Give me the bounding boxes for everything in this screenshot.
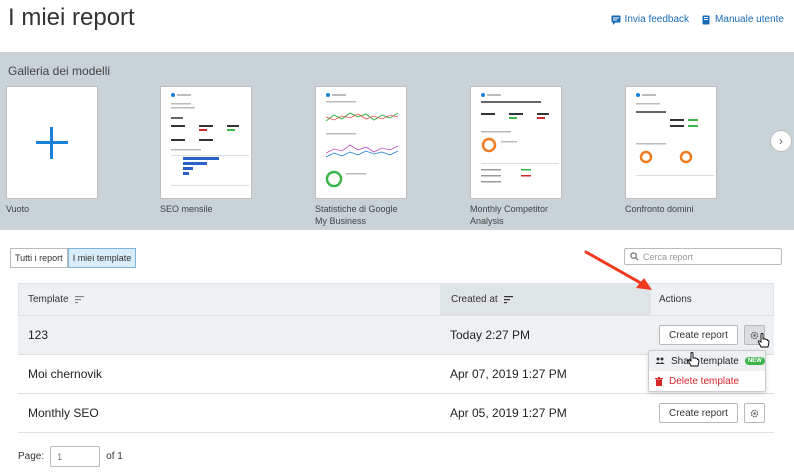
delete-template-label: Delete template xyxy=(669,375,740,387)
gear-icon xyxy=(750,409,759,417)
create-report-button[interactable]: Create report xyxy=(659,403,738,423)
actions-dropdown: Share template NEW Delete template xyxy=(648,350,766,392)
hand-cursor-icon xyxy=(687,352,700,367)
column-created-label: Created at xyxy=(451,294,498,305)
trash-icon xyxy=(655,376,663,386)
pagination: Page: of 1 xyxy=(18,446,123,467)
column-actions: Actions xyxy=(659,284,692,315)
report-preview-image xyxy=(325,93,399,188)
created-at: Apr 07, 2019 1:27 PM xyxy=(450,367,567,381)
column-template-label: Template xyxy=(28,294,69,305)
page-label: Page: xyxy=(18,451,45,462)
manual-label: Manuale utente xyxy=(715,14,784,25)
template-name[interactable]: 123 xyxy=(28,328,48,342)
page-title: I miei report xyxy=(8,4,135,31)
search-input[interactable] xyxy=(643,251,773,262)
sort-icon xyxy=(74,295,84,303)
template-name[interactable]: Monthly SEO xyxy=(28,406,99,420)
template-thumb[interactable] xyxy=(6,86,98,199)
template-card-gmb[interactable]: Statistiche di Google My Business xyxy=(315,86,407,227)
report-preview-image xyxy=(171,93,249,186)
plus-icon xyxy=(36,126,68,159)
template-name[interactable]: Moi chernovik xyxy=(28,367,102,381)
page-total: of 1 xyxy=(106,451,123,462)
template-thumb[interactable] xyxy=(315,86,407,199)
new-badge: NEW xyxy=(744,357,765,365)
share-template-item[interactable]: Share template NEW xyxy=(649,351,765,371)
users-icon xyxy=(655,357,665,364)
gallery-title: Galleria dei modelli xyxy=(8,64,111,78)
page-input[interactable] xyxy=(50,446,101,467)
feedback-link[interactable]: Invia feedback xyxy=(611,14,690,25)
tab-all-reports[interactable]: Tutti i report xyxy=(10,248,68,268)
chat-icon xyxy=(611,15,621,25)
template-label: Monthly Competitor Analysis xyxy=(470,204,549,226)
column-actions-label: Actions xyxy=(659,294,692,305)
created-at: Today 2:27 PM xyxy=(450,328,531,342)
template-thumb[interactable] xyxy=(625,86,717,199)
settings-button[interactable] xyxy=(744,403,765,423)
share-template-label: Share template xyxy=(671,355,739,367)
feedback-label: Invia feedback xyxy=(624,14,690,25)
header-links: Invia feedback Manuale utente xyxy=(611,14,784,25)
created-at: Apr 05, 2019 1:27 PM xyxy=(450,406,567,420)
template-label: Confronto domini xyxy=(625,204,694,214)
tab-my-templates[interactable]: I miei template xyxy=(67,248,137,268)
template-gallery: Galleria dei modelli Vuoto SEO mensile S… xyxy=(0,52,794,230)
chevron-right-icon: › xyxy=(779,134,783,148)
filter-tabs: Tutti i report I miei template xyxy=(10,248,137,268)
template-label: Statistiche di Google My Business xyxy=(315,204,398,226)
template-label: Vuoto xyxy=(6,204,30,214)
column-template[interactable]: Template xyxy=(28,284,84,315)
sort-icon xyxy=(503,295,513,303)
book-icon xyxy=(702,15,710,24)
template-thumb[interactable] xyxy=(470,86,562,199)
table-header: Template Created at Actions xyxy=(18,283,774,316)
template-card-competitor[interactable]: Monthly Competitor Analysis xyxy=(470,86,562,227)
table-row[interactable]: Monthly SEO Apr 05, 2019 1:27 PM Create … xyxy=(18,394,774,433)
hand-cursor-icon xyxy=(757,333,770,348)
template-thumb[interactable] xyxy=(160,86,252,199)
report-preview-image xyxy=(481,93,559,183)
red-arrow-annotation xyxy=(584,250,652,290)
template-card-domains[interactable]: Confronto domini xyxy=(625,86,717,215)
template-label: SEO mensile xyxy=(160,204,213,214)
template-card-seo[interactable]: SEO mensile xyxy=(160,86,252,215)
manual-link[interactable]: Manuale utente xyxy=(701,14,784,25)
create-report-button[interactable]: Create report xyxy=(659,325,738,345)
gallery-next-button[interactable]: › xyxy=(770,130,792,152)
template-card-blank[interactable]: Vuoto xyxy=(6,86,98,215)
report-preview-image xyxy=(636,93,714,176)
page-header: I miei report Invia feedback Manuale ute… xyxy=(0,0,794,52)
delete-template-item[interactable]: Delete template xyxy=(649,371,765,391)
